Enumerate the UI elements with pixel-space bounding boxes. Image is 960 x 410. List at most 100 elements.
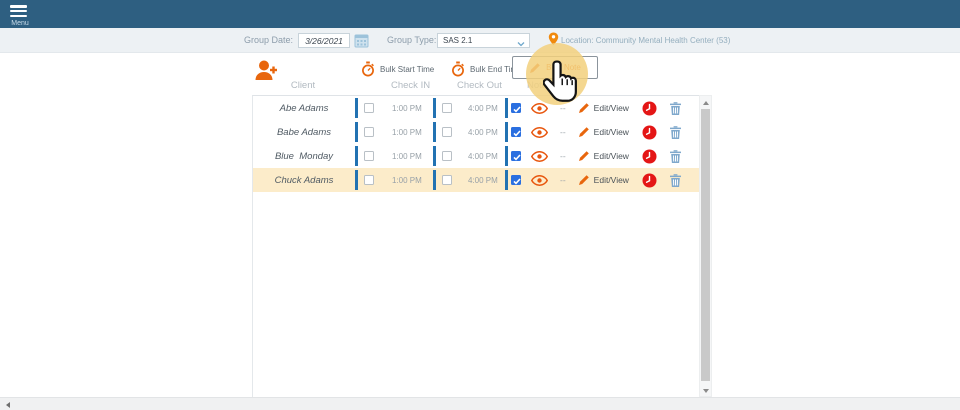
table-row: Babe Adams 1:00 PM 4:00 PM (253, 120, 700, 144)
note-checkbox[interactable] (511, 103, 521, 113)
clock-icon[interactable] (642, 173, 657, 188)
client-name: Chuck Adams (253, 168, 355, 192)
column-divider-bar (433, 122, 436, 142)
check-in-cell: 1:00 PM (355, 168, 433, 192)
client-attendance-table: Abe Adams 1:00 PM 4:00 PM (252, 95, 699, 397)
note-dash: -- (560, 175, 566, 185)
trash-icon[interactable] (669, 173, 682, 188)
column-divider-bar (505, 146, 508, 166)
group-date-input[interactable] (298, 33, 350, 48)
edit-view-label: Edit/View (594, 127, 629, 137)
check-in-checkbox[interactable] (364, 151, 374, 161)
scroll-down-arrow[interactable] (703, 389, 709, 393)
stopwatch-icon (361, 61, 375, 77)
app-window: Menu Group Date: Group Type: SAS 2.1 (0, 0, 960, 410)
check-out-cell: 4:00 PM (433, 168, 505, 192)
check-out-checkbox[interactable] (442, 175, 452, 185)
calendar-icon[interactable] (354, 33, 369, 48)
vertical-scrollbar[interactable] (699, 95, 712, 397)
check-out-cell: 4:00 PM (433, 96, 505, 120)
check-in-checkbox[interactable] (364, 127, 374, 137)
eye-icon[interactable] (531, 175, 548, 186)
edit-view-label: Edit/View (594, 151, 629, 161)
hamburger-icon (10, 5, 27, 18)
bulk-start-time-label: Bulk Start Time (380, 65, 434, 74)
column-header-check-in: Check IN (391, 80, 430, 91)
note-dash: -- (560, 151, 566, 161)
trash-icon[interactable] (669, 149, 682, 164)
note-cell: -- Edit/View (505, 144, 700, 168)
column-divider-bar (505, 170, 508, 190)
vertical-scrollbar-thumb[interactable] (701, 109, 710, 381)
bulk-end-time-button[interactable]: Bulk End Time (451, 61, 522, 77)
check-out-time: 4:00 PM (468, 104, 498, 113)
group-type-label: Group Type: (387, 28, 436, 53)
check-out-time: 4:00 PM (468, 152, 498, 161)
note-dash: -- (560, 127, 566, 137)
group-date-label: Group Date: (244, 28, 293, 53)
eye-icon[interactable] (531, 103, 548, 114)
note-dash: -- (560, 103, 566, 113)
top-navigation-bar: Menu (0, 0, 960, 28)
check-in-time: 1:00 PM (392, 152, 422, 161)
check-out-time: 4:00 PM (468, 176, 498, 185)
check-out-cell: 4:00 PM (433, 120, 505, 144)
edit-view-label: Edit/View (594, 175, 629, 185)
column-divider-bar (433, 170, 436, 190)
check-in-cell: 1:00 PM (355, 96, 433, 120)
note-cell: -- Edit/View (505, 120, 700, 144)
note-checkbox[interactable] (511, 175, 521, 185)
edit-view-button[interactable]: Edit/View (578, 150, 629, 162)
trash-icon[interactable] (669, 125, 682, 140)
trash-icon[interactable] (669, 101, 682, 116)
column-header-client: Client (252, 80, 354, 91)
check-out-checkbox[interactable] (442, 127, 452, 137)
check-in-checkbox[interactable] (364, 175, 374, 185)
session-toolbar: Group Date: Group Type: SAS 2.1 (0, 28, 960, 53)
column-divider-bar (505, 122, 508, 142)
bulk-start-time-button[interactable]: Bulk Start Time (361, 61, 434, 77)
check-out-cell: 4:00 PM (433, 144, 505, 168)
clock-icon[interactable] (642, 101, 657, 116)
clock-icon[interactable] (642, 149, 657, 164)
horizontal-scrollbar[interactable] (0, 397, 960, 410)
column-divider-bar (355, 98, 358, 118)
note-checkbox[interactable] (511, 151, 521, 161)
edit-view-button[interactable]: Edit/View (578, 102, 629, 114)
check-out-checkbox[interactable] (442, 103, 452, 113)
bulk-note-button[interactable]: Bulk Note (512, 56, 598, 79)
edit-view-label: Edit/View (594, 103, 629, 113)
bulk-note-label: Bulk Note (546, 63, 581, 72)
pencil-icon (578, 126, 590, 138)
check-in-cell: 1:00 PM (355, 144, 433, 168)
note-checkbox[interactable] (511, 127, 521, 137)
check-in-checkbox[interactable] (364, 103, 374, 113)
column-header-check-out: Check Out (457, 80, 502, 91)
column-divider-bar (433, 98, 436, 118)
scroll-up-arrow[interactable] (703, 101, 709, 105)
column-divider-bar (355, 146, 358, 166)
check-out-checkbox[interactable] (442, 151, 452, 161)
location-text: Location: Community Mental Health Center… (561, 28, 730, 53)
stopwatch-icon (451, 61, 465, 77)
note-cell: -- Edit/View (505, 168, 700, 192)
pencil-icon (578, 102, 590, 114)
column-divider-bar (433, 146, 436, 166)
edit-view-button[interactable]: Edit/View (578, 174, 629, 186)
column-divider-bar (355, 170, 358, 190)
chevron-down-icon (517, 38, 525, 51)
eye-icon[interactable] (531, 127, 548, 138)
note-cell: -- Edit/View (505, 96, 700, 120)
client-name: Abe Adams (253, 96, 355, 120)
edit-view-button[interactable]: Edit/View (578, 126, 629, 138)
pencil-icon (529, 62, 541, 74)
scroll-left-arrow[interactable] (6, 402, 10, 408)
column-divider-bar (355, 122, 358, 142)
column-header-note-time: Note Time (527, 80, 570, 91)
group-type-select[interactable]: SAS 2.1 (437, 33, 530, 48)
eye-icon[interactable] (531, 151, 548, 162)
menu-button[interactable]: Menu (6, 3, 34, 27)
clock-icon[interactable] (642, 125, 657, 140)
client-name: Babe Adams (253, 120, 355, 144)
check-in-time: 1:00 PM (392, 104, 422, 113)
